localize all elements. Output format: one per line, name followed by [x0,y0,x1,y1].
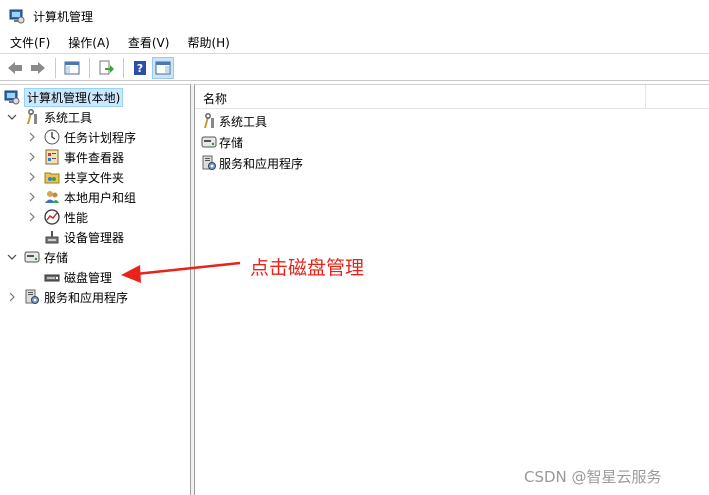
tree-item-label: 磁盘管理 [64,270,113,285]
tree-item-label: 设备管理器 [64,230,125,245]
tree-item-label: 性能 [64,210,89,225]
show-action-pane-icon[interactable] [152,56,174,79]
tree-item-label: 系统工具 [44,110,93,125]
chevron-right-icon[interactable] [6,291,18,303]
tree-item-device-manager[interactable]: 设备管理器 [44,227,124,247]
tree-item-services[interactable]: 服务和应用程序 [6,287,128,307]
export-list-icon[interactable] [95,57,117,79]
column-name-header[interactable]: 名称 [203,90,227,107]
details-pane: 名称 系统工具 存储 服务和应用程序 [194,84,709,495]
tree-item-root[interactable]: 计算机管理(本地) [4,87,124,107]
tree-item-shared-folders[interactable]: 共享文件夹 [26,167,124,187]
show-hide-tree-icon[interactable] [61,57,83,79]
event-viewer-icon [44,149,60,165]
computer-management-icon [9,8,25,24]
menu-help[interactable]: 帮助(H) [177,32,237,54]
window-title: 计算机管理 [33,9,94,24]
toolbar-separator [55,57,56,78]
tree-item-label: 本地用户和组 [64,190,137,205]
clock-icon [44,129,60,145]
services-icon [201,155,217,171]
tree-item-label: 共享文件夹 [64,170,125,185]
tree-item-task-scheduler[interactable]: 任务计划程序 [26,127,136,147]
column-header: 名称 [195,85,709,109]
storage-icon [201,134,217,150]
chevron-down-icon[interactable] [6,111,18,123]
chevron-right-icon[interactable] [26,151,38,163]
tools-icon [201,113,217,129]
tools-icon [24,109,40,125]
tree-item-disk-management[interactable]: 磁盘管理 [44,267,112,287]
list-item-label: 服务和应用程序 [219,156,304,171]
users-icon [44,189,60,205]
chevron-right-icon[interactable] [26,191,38,203]
forward-icon[interactable] [27,57,49,79]
chevron-down-icon[interactable] [6,251,18,263]
back-icon[interactable] [4,57,26,79]
list-item-label: 系统工具 [219,114,268,129]
svg-text:?: ? [137,62,143,75]
services-icon [24,289,40,305]
tree-item-system-tools[interactable]: 系统工具 [6,107,92,127]
tree-item-event-viewer[interactable]: 事件查看器 [26,147,124,167]
toolbar-separator [123,57,124,78]
shared-folder-icon [44,169,60,185]
tree-item-label: 任务计划程序 [64,130,137,145]
menu-view[interactable]: 查看(V) [118,32,178,54]
toolbar: ? [0,55,709,81]
tree-item-storage[interactable]: 存储 [6,247,68,267]
column-divider[interactable] [645,85,646,109]
list-item-system-tools[interactable]: 系统工具 [201,111,267,131]
tree-item-performance[interactable]: 性能 [26,207,88,227]
annotation-text: 点击磁盘管理 [250,257,365,279]
tree-item-label: 存储 [44,250,69,265]
disk-management-icon [44,269,60,285]
chevron-right-icon[interactable] [26,131,38,143]
computer-management-icon [4,89,20,105]
list-item-label: 存储 [219,135,244,150]
tree-item-local-users[interactable]: 本地用户和组 [26,187,136,207]
device-manager-icon [44,229,60,245]
storage-icon [24,249,40,265]
menu-action[interactable]: 操作(A) [58,32,118,54]
list-item-services[interactable]: 服务和应用程序 [201,153,303,173]
list-item-storage[interactable]: 存储 [201,132,243,152]
chevron-right-icon[interactable] [26,211,38,223]
tree-item-label: 服务和应用程序 [44,290,129,305]
toolbar-separator [89,57,90,78]
menu-bar: 文件(F) 操作(A) 查看(V) 帮助(H) [0,32,709,54]
tree-item-label: 事件查看器 [64,150,125,165]
watermark: CSDN @智星云服务 [524,468,662,486]
performance-icon [44,209,60,225]
menu-file[interactable]: 文件(F) [0,32,58,54]
title-bar: 计算机管理 [0,0,709,32]
navigation-tree: 计算机管理(本地) 系统工具 任务计划程序 事件查看器 共享文件夹 本地用户和组… [0,84,191,495]
chevron-right-icon[interactable] [26,171,38,183]
tree-item-label: 计算机管理(本地) [24,87,124,107]
help-icon[interactable]: ? [129,57,151,79]
